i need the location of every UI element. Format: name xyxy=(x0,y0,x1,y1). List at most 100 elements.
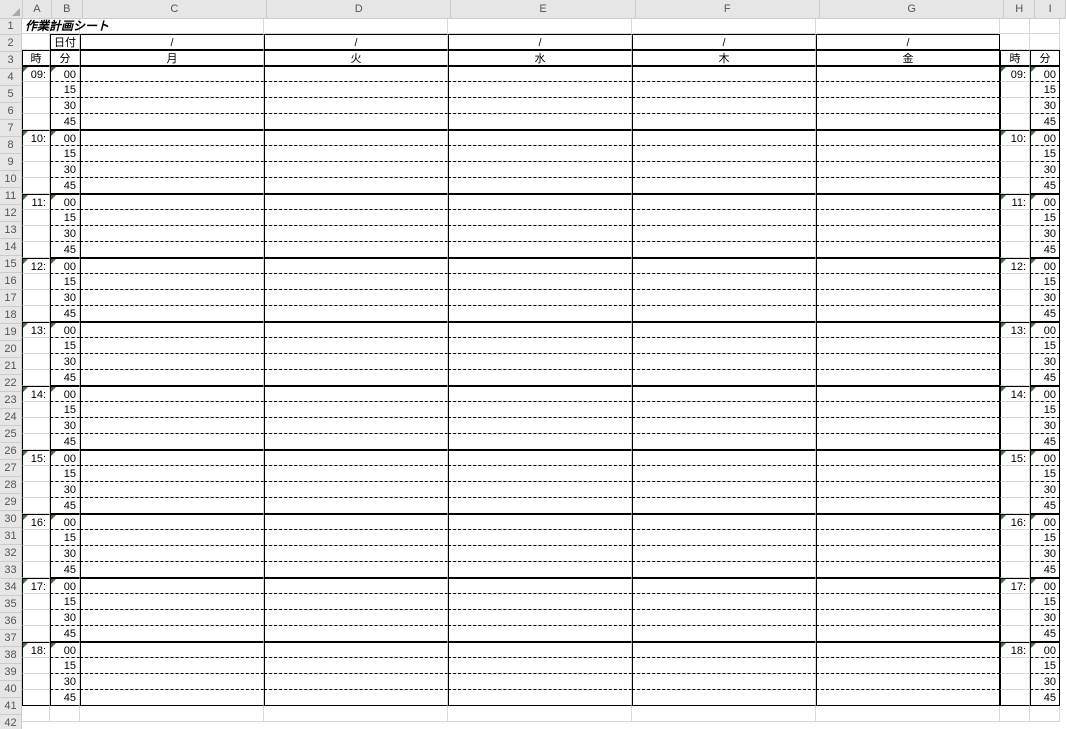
schedule-cell[interactable] xyxy=(816,642,1000,658)
schedule-cell[interactable] xyxy=(80,178,264,194)
hour-cell-left[interactable] xyxy=(22,626,50,642)
schedule-cell[interactable] xyxy=(448,690,632,706)
hour-cell-right[interactable] xyxy=(1000,146,1030,162)
schedule-cell[interactable] xyxy=(632,658,816,674)
hour-cell-left[interactable] xyxy=(22,146,50,162)
hour-cell-right[interactable] xyxy=(1000,370,1030,386)
schedule-cell[interactable] xyxy=(632,482,816,498)
hour-cell-left[interactable]: 17: xyxy=(22,578,50,594)
date-value[interactable]: / xyxy=(264,34,448,50)
schedule-cell[interactable] xyxy=(80,642,264,658)
schedule-cell[interactable] xyxy=(448,274,632,290)
schedule-cell[interactable] xyxy=(448,194,632,210)
select-all-corner[interactable] xyxy=(0,0,23,19)
minute-cell-left[interactable]: 15 xyxy=(50,274,80,290)
schedule-cell[interactable] xyxy=(264,162,448,178)
col-header-B[interactable]: B xyxy=(52,0,83,18)
hour-cell-left[interactable] xyxy=(22,354,50,370)
schedule-cell[interactable] xyxy=(632,146,816,162)
day-label[interactable]: 水 xyxy=(448,50,632,66)
schedule-cell[interactable] xyxy=(632,578,816,594)
hour-cell-left[interactable] xyxy=(22,82,50,98)
schedule-cell[interactable] xyxy=(816,114,1000,130)
col-header-F[interactable]: F xyxy=(636,0,820,18)
schedule-cell[interactable] xyxy=(632,466,816,482)
minute-cell-right[interactable]: 45 xyxy=(1030,370,1060,386)
col-header-E[interactable]: E xyxy=(451,0,635,18)
schedule-cell[interactable] xyxy=(448,370,632,386)
schedule-cell[interactable] xyxy=(632,322,816,338)
schedule-cell[interactable] xyxy=(816,322,1000,338)
schedule-cell[interactable] xyxy=(448,226,632,242)
hour-cell-left[interactable]: 13: xyxy=(22,322,50,338)
row-header-17[interactable]: 17 xyxy=(0,290,22,307)
row-header-9[interactable]: 9 xyxy=(0,154,22,171)
row-header-6[interactable]: 6 xyxy=(0,103,22,120)
hour-cell-right[interactable] xyxy=(1000,210,1030,226)
minute-cell-right[interactable]: 15 xyxy=(1030,210,1060,226)
schedule-cell[interactable] xyxy=(632,498,816,514)
schedule-cell[interactable] xyxy=(80,210,264,226)
schedule-cell[interactable] xyxy=(816,450,1000,466)
minute-cell-left[interactable]: 15 xyxy=(50,210,80,226)
schedule-cell[interactable] xyxy=(264,338,448,354)
cell[interactable] xyxy=(22,34,50,50)
minute-cell-left[interactable]: 30 xyxy=(50,290,80,306)
hour-cell-left[interactable] xyxy=(22,306,50,322)
schedule-cell[interactable] xyxy=(264,386,448,402)
schedule-cell[interactable] xyxy=(264,306,448,322)
schedule-cell[interactable] xyxy=(264,66,448,82)
schedule-cell[interactable] xyxy=(264,194,448,210)
schedule-cell[interactable] xyxy=(816,146,1000,162)
schedule-cell[interactable] xyxy=(448,594,632,610)
minute-cell-left[interactable]: 15 xyxy=(50,466,80,482)
minute-cell-right[interactable]: 00 xyxy=(1030,386,1060,402)
minute-cell-right[interactable]: 15 xyxy=(1030,338,1060,354)
minute-cell-left[interactable]: 30 xyxy=(50,226,80,242)
col-header-C[interactable]: C xyxy=(83,0,267,18)
hour-cell-right[interactable] xyxy=(1000,98,1030,114)
schedule-cell[interactable] xyxy=(632,242,816,258)
schedule-cell[interactable] xyxy=(80,514,264,530)
cell[interactable] xyxy=(632,18,816,34)
minute-cell-right[interactable]: 15 xyxy=(1030,466,1060,482)
schedule-cell[interactable] xyxy=(632,562,816,578)
minute-cell-right[interactable]: 00 xyxy=(1030,322,1060,338)
date-label[interactable]: 日付 xyxy=(50,34,80,50)
schedule-cell[interactable] xyxy=(80,482,264,498)
cell[interactable] xyxy=(816,706,1000,722)
schedule-cell[interactable] xyxy=(80,594,264,610)
schedule-cell[interactable] xyxy=(80,322,264,338)
schedule-cell[interactable] xyxy=(264,594,448,610)
minute-cell-left[interactable]: 00 xyxy=(50,450,80,466)
hour-cell-right[interactable] xyxy=(1000,178,1030,194)
row-header-16[interactable]: 16 xyxy=(0,273,22,290)
schedule-cell[interactable] xyxy=(264,466,448,482)
schedule-cell[interactable] xyxy=(448,434,632,450)
row-header-15[interactable]: 15 xyxy=(0,256,22,273)
row-header-10[interactable]: 10 xyxy=(0,171,22,188)
hour-cell-right[interactable]: 17: xyxy=(1000,578,1030,594)
hour-cell-right[interactable] xyxy=(1000,674,1030,690)
hour-cell-left[interactable]: 16: xyxy=(22,514,50,530)
minute-cell-right[interactable]: 00 xyxy=(1030,258,1060,274)
minute-cell-left[interactable]: 30 xyxy=(50,418,80,434)
schedule-cell[interactable] xyxy=(80,498,264,514)
schedule-cell[interactable] xyxy=(816,434,1000,450)
schedule-cell[interactable] xyxy=(80,226,264,242)
schedule-cell[interactable] xyxy=(264,114,448,130)
hour-cell-left[interactable] xyxy=(22,210,50,226)
minute-cell-right[interactable]: 15 xyxy=(1030,594,1060,610)
cell[interactable] xyxy=(448,706,632,722)
hour-cell-right[interactable]: 09: xyxy=(1000,66,1030,82)
minute-cell-right[interactable]: 30 xyxy=(1030,674,1060,690)
row-header-21[interactable]: 21 xyxy=(0,358,22,375)
minute-cell-right[interactable]: 45 xyxy=(1030,114,1060,130)
schedule-cell[interactable] xyxy=(816,370,1000,386)
hour-cell-left[interactable]: 09: xyxy=(22,66,50,82)
schedule-cell[interactable] xyxy=(448,578,632,594)
schedule-cell[interactable] xyxy=(448,658,632,674)
minute-cell-right[interactable]: 30 xyxy=(1030,98,1060,114)
hour-cell-left[interactable] xyxy=(22,162,50,178)
minute-cell-right[interactable]: 45 xyxy=(1030,626,1060,642)
